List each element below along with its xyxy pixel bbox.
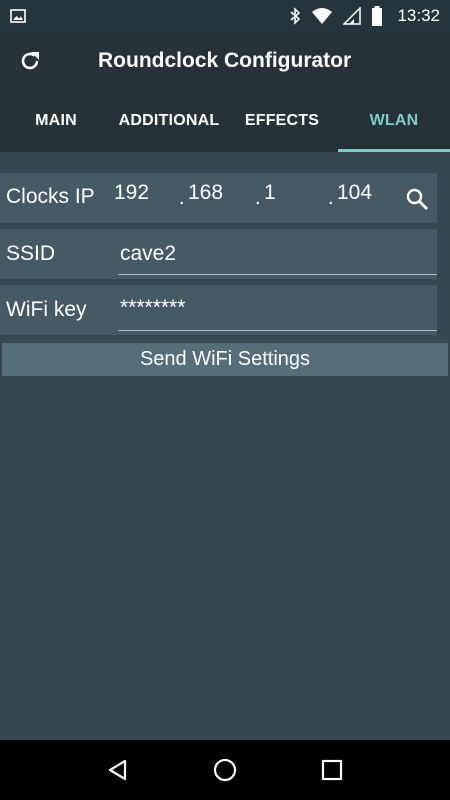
ip-octet-3[interactable]: 1	[264, 181, 276, 205]
home-button[interactable]	[205, 750, 245, 790]
back-icon	[106, 758, 130, 782]
wifi-key-field[interactable]: ********	[120, 296, 185, 320]
navigation-bar	[0, 740, 450, 800]
tab-wlan[interactable]: WLAN	[338, 90, 450, 152]
ssid-underline	[118, 274, 437, 275]
status-time: 13:32	[397, 6, 440, 25]
battery-icon	[371, 6, 383, 26]
wifi-key-underline	[118, 330, 437, 331]
ssid-label: SSID	[6, 242, 56, 265]
bluetooth-icon	[289, 7, 301, 25]
tab-additional[interactable]: ADDITIONAL	[112, 90, 226, 152]
image-icon	[10, 8, 26, 24]
back-button[interactable]	[98, 750, 138, 790]
wifi-key-label: WiFi key	[6, 298, 87, 321]
ssid-row: SSID cave2	[0, 229, 437, 279]
refresh-icon	[18, 49, 42, 73]
recents-button[interactable]	[312, 750, 352, 790]
ssid-field[interactable]: cave2	[120, 242, 176, 266]
ip-octet-2[interactable]: 168	[188, 181, 223, 205]
ip-octet-1[interactable]: 192	[114, 181, 149, 205]
send-wifi-settings-button[interactable]: Send WiFi Settings	[2, 343, 448, 376]
recents-icon	[321, 759, 343, 781]
wifi-key-row: WiFi key ********	[0, 285, 437, 335]
home-icon	[212, 757, 238, 783]
app-title: Roundclock Configurator	[98, 49, 352, 72]
tab-bar: MAIN ADDITIONAL EFFECTS WLAN	[0, 90, 450, 152]
app-bar: Roundclock Configurator	[0, 32, 450, 90]
tab-main[interactable]: MAIN	[0, 90, 112, 152]
ip-dot-1: .	[179, 187, 185, 209]
wifi-icon	[311, 7, 333, 25]
tab-effects[interactable]: EFFECTS	[226, 90, 338, 152]
ip-octet-4[interactable]: 104	[337, 181, 372, 205]
ip-dot-2: .	[255, 187, 261, 209]
clocks-ip-label: Clocks IP	[6, 185, 95, 208]
search-icon	[405, 187, 429, 211]
clocks-ip-row: Clocks IP 192 . 168 . 1 . 104	[0, 173, 437, 223]
ip-dot-3: .	[328, 187, 334, 209]
status-bar: 13:32	[0, 0, 450, 32]
search-button[interactable]	[403, 185, 431, 213]
signal-icon	[343, 7, 362, 25]
refresh-button[interactable]	[10, 41, 50, 81]
